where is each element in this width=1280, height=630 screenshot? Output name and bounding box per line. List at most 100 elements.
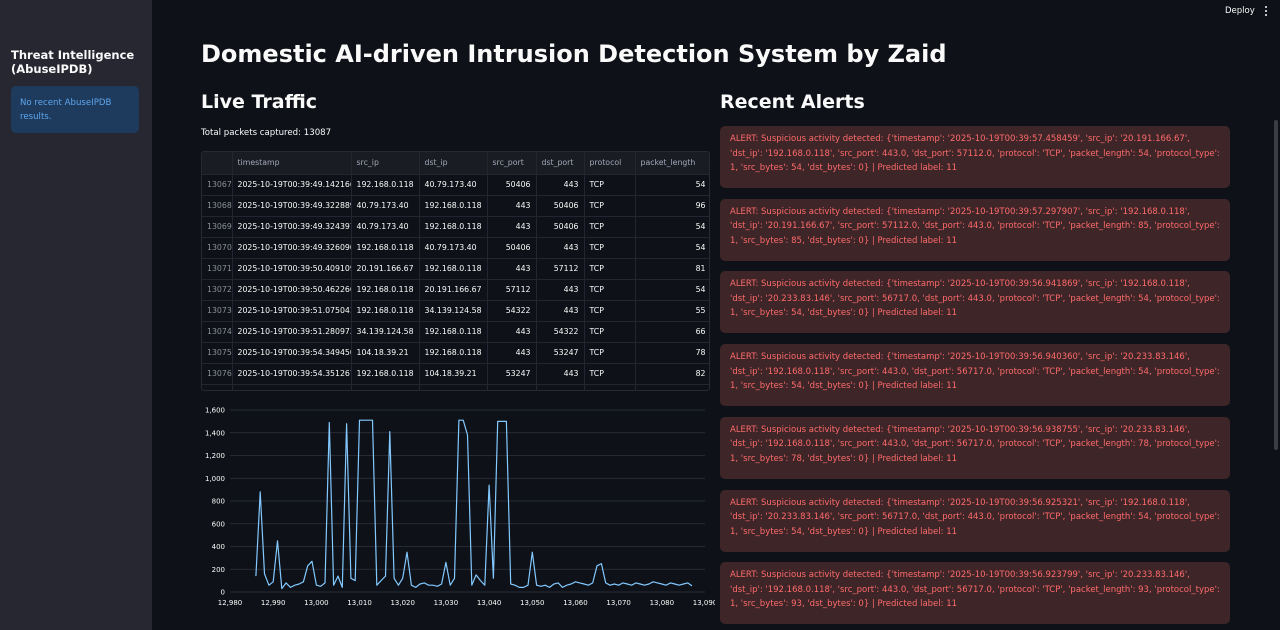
y-tick-label: 0: [221, 589, 225, 597]
x-tick-label: 13,010: [347, 599, 372, 607]
cell-dst-ip: 34.139.124.58: [419, 300, 488, 322]
table-row[interactable]: 13074 2025-10-19T00:39:51.280973 34.139.12…: [202, 321, 709, 343]
table-row[interactable]: 13072 2025-10-19T00:39:50.462266 192.168.0…: [202, 279, 709, 301]
cell-dst-port: 53247: [536, 342, 585, 364]
cell-src-ip: 192.168.0.118: [351, 279, 420, 301]
y-tick-label: 800: [212, 498, 225, 506]
column-header-index[interactable]: [202, 152, 233, 175]
cell-dst-port: 54322: [536, 321, 585, 343]
cell-src-ip: 40.79.173.40: [351, 216, 420, 238]
cell-index: 13067: [202, 174, 233, 196]
cell-index: 13072: [202, 279, 233, 301]
cell-src-port: 54322: [487, 300, 537, 322]
y-tick-label: 600: [212, 520, 225, 528]
column-header-dst-port[interactable]: dst_port: [536, 152, 585, 175]
cell-packet-length: 54: [635, 174, 709, 196]
table-row[interactable]: 13071 2025-10-19T00:39:50.409109 20.191.16…: [202, 258, 709, 280]
cell-packet-length: 81: [635, 258, 709, 280]
cell-dst-ip: 192.168.0.118: [419, 342, 488, 364]
cell-dst-port: [536, 384, 585, 390]
cell-timestamp: 2025-10-19T00:39:49.142166: [232, 174, 352, 196]
cell-src-port: 57112: [487, 279, 537, 301]
table-row[interactable]: 13077: [202, 384, 709, 390]
cell-protocol: TCP: [584, 279, 636, 301]
column-header-src-ip[interactable]: src_ip: [351, 152, 420, 175]
cell-src-ip: 192.168.0.118: [351, 300, 420, 322]
cell-timestamp: 2025-10-19T00:39:50.409109: [232, 258, 352, 280]
cell-dst-port: 443: [536, 363, 585, 385]
cell-dst-ip: 192.168.0.118: [419, 216, 488, 238]
cell-dst-port: 443: [536, 237, 585, 259]
cell-protocol: TCP: [584, 258, 636, 280]
cell-timestamp: [232, 384, 352, 390]
cell-dst-port: 50406: [536, 195, 585, 217]
y-tick-label: 1,600: [205, 407, 225, 415]
cell-protocol: TCP: [584, 174, 636, 196]
cell-index: 13077: [202, 384, 233, 390]
x-tick-label: 12,990: [261, 599, 286, 607]
packet-length-line-chart[interactable]: 0 200 400 600 800 1,000 1,200 1,400 1,600 12,980 1…: [190, 400, 715, 615]
alert-item: ALERT: Suspicious activity detected: {'t…: [720, 271, 1230, 334]
cell-timestamp: 2025-10-19T00:39:49.326090: [232, 237, 352, 259]
page-scrollbar-thumb[interactable]: [1274, 120, 1278, 450]
cell-dst-port: 443: [536, 279, 585, 301]
cell-packet-length: 55: [635, 300, 709, 322]
cell-dst-ip: 192.168.0.118: [419, 195, 488, 217]
cell-index: 13069: [202, 216, 233, 238]
table-row[interactable]: 13069 2025-10-19T00:39:49.324397 40.79.173…: [202, 216, 709, 238]
cell-timestamp: 2025-10-19T00:39:51.075041: [232, 300, 352, 322]
table-row[interactable]: 13073 2025-10-19T00:39:51.075041 192.168.0…: [202, 300, 709, 322]
cell-dst-ip: [419, 384, 488, 390]
table-header-row: timestamp src_ip dst_ip src_port dst_por…: [202, 152, 709, 175]
cell-src-port: 53247: [487, 363, 537, 385]
cell-timestamp: 2025-10-19T00:39:50.462266: [232, 279, 352, 301]
cell-packet-length: 78: [635, 342, 709, 364]
y-tick-label: 200: [212, 566, 225, 574]
table-row[interactable]: 13076 2025-10-19T00:39:54.351267 192.168.0…: [202, 363, 709, 385]
y-tick-label: 1,400: [205, 429, 225, 437]
cell-protocol: TCP: [584, 216, 636, 238]
cell-timestamp: 2025-10-19T00:39:51.280973: [232, 321, 352, 343]
cell-index: 13073: [202, 300, 233, 322]
cell-src-ip: 192.168.0.118: [351, 363, 420, 385]
x-tick-label: 13,070: [606, 599, 631, 607]
page-title: Domestic AI-driven Intrusion Detection S…: [201, 40, 947, 68]
table-row[interactable]: 13068 2025-10-19T00:39:49.322889 40.79.173…: [202, 195, 709, 217]
table-row[interactable]: 13070 2025-10-19T00:39:49.326090 192.168.0…: [202, 237, 709, 259]
live-traffic-heading: Live Traffic: [201, 91, 318, 113]
cell-dst-ip: 20.191.166.67: [419, 279, 488, 301]
column-header-timestamp[interactable]: timestamp: [232, 152, 352, 175]
cell-dst-port: 50406: [536, 216, 585, 238]
series-line[interactable]: [255, 419, 693, 590]
column-header-protocol[interactable]: protocol: [584, 152, 636, 175]
x-tick-label: 13,000: [304, 599, 329, 607]
column-header-packet-length[interactable]: packet_length: [635, 152, 709, 175]
cell-timestamp: 2025-10-19T00:39:49.322889: [232, 195, 352, 217]
cell-protocol: TCP: [584, 237, 636, 259]
cell-src-port: 50406: [487, 237, 537, 259]
table-row[interactable]: 13075 2025-10-19T00:39:54.349450 104.18.39…: [202, 342, 709, 364]
sidebar-title: Threat Intelligence (AbuseIPDB): [11, 48, 135, 76]
column-header-src-port[interactable]: src_port: [487, 152, 537, 175]
column-header-dst-ip[interactable]: dst_ip: [419, 152, 488, 175]
alert-item: ALERT: Suspicious activity detected: {'t…: [720, 126, 1230, 188]
alert-item: ALERT: Suspicious activity detected: {'t…: [720, 562, 1230, 625]
cell-packet-length: 54: [635, 279, 709, 301]
cell-dst-port: 443: [536, 300, 585, 322]
cell-index: 13071: [202, 258, 233, 280]
cell-packet-length: [635, 384, 709, 390]
x-tick-label: 13,040: [477, 599, 502, 607]
main-menu-icon[interactable]: [1259, 3, 1273, 19]
cell-packet-length: 96: [635, 195, 709, 217]
traffic-table[interactable]: timestamp src_ip dst_ip src_port dst_por…: [201, 151, 710, 391]
x-tick-label: 13,020: [390, 599, 415, 607]
cell-protocol: TCP: [584, 363, 636, 385]
cell-dst-ip: 192.168.0.118: [419, 258, 488, 280]
cell-src-port: 443: [487, 195, 537, 217]
deploy-button[interactable]: Deploy: [1219, 3, 1261, 19]
x-tick-label: 13,050: [520, 599, 545, 607]
cell-index: 13074: [202, 321, 233, 343]
y-tick-label: 1,000: [205, 475, 225, 483]
table-row[interactable]: 13067 2025-10-19T00:39:49.142166 192.168.0…: [202, 174, 709, 196]
alert-item: ALERT: Suspicious activity detected: {'t…: [720, 489, 1230, 552]
